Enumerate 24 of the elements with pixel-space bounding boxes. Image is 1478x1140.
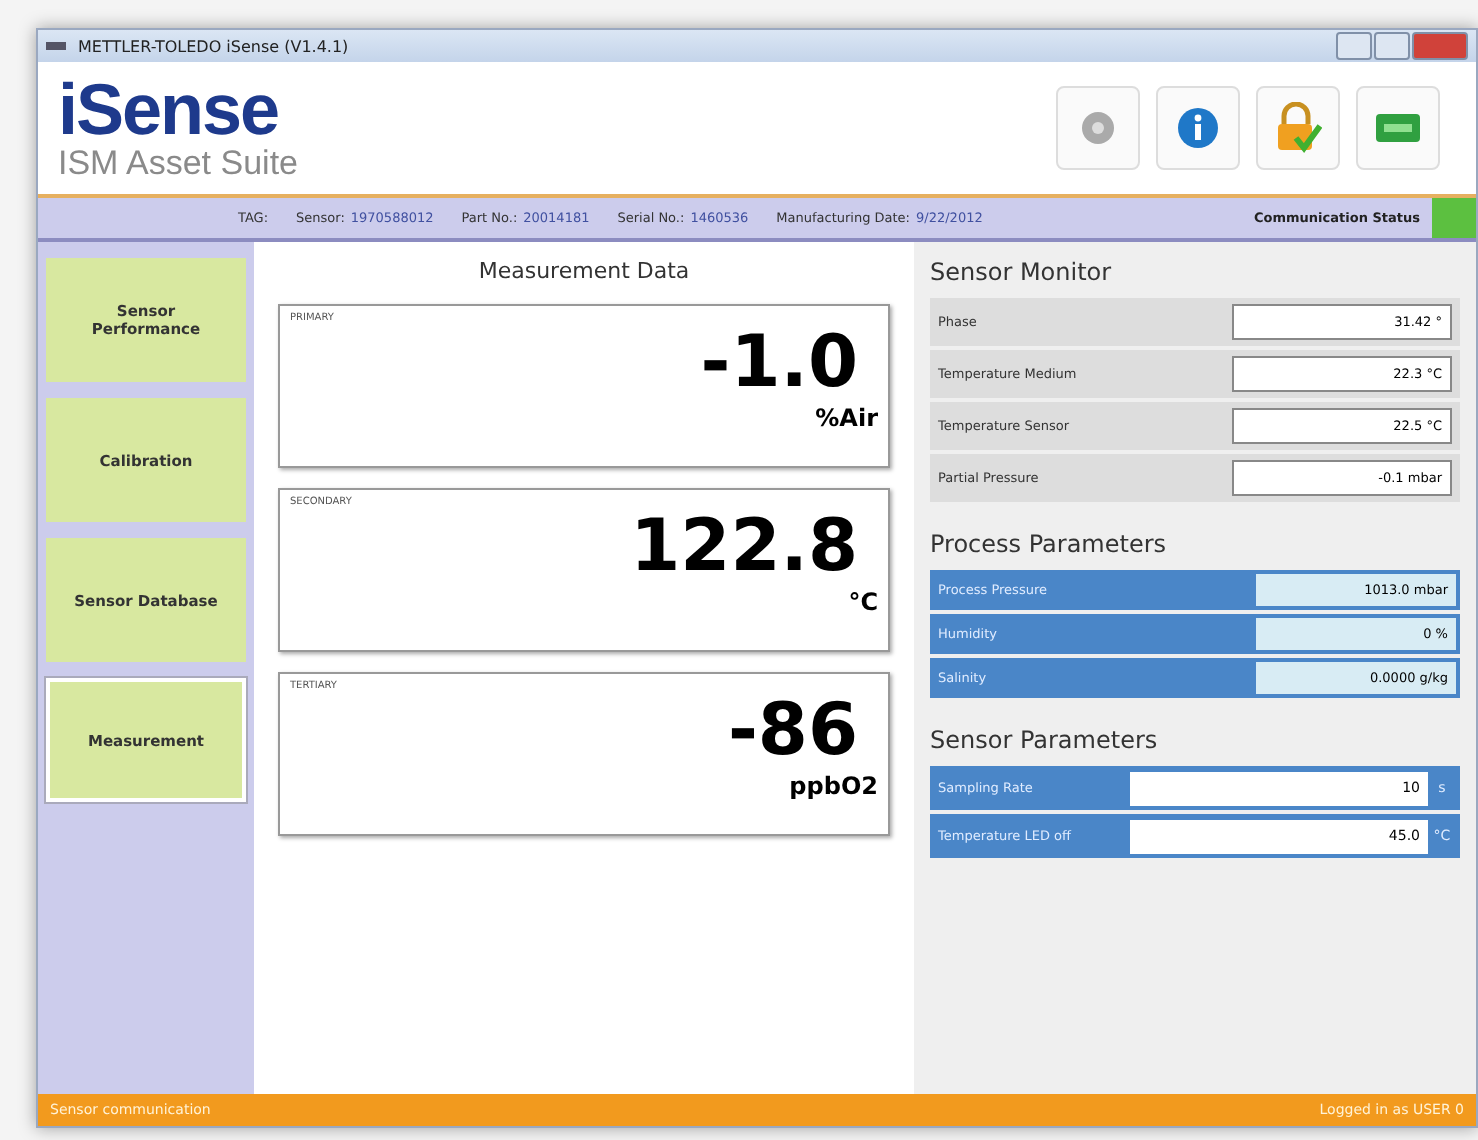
app-logo: iSense [58, 74, 279, 146]
reading-unit: °C [848, 588, 878, 616]
info-button[interactable] [1156, 86, 1240, 170]
reading-unit: ppbO2 [789, 772, 878, 800]
maximize-button[interactable] [1374, 32, 1410, 60]
settings-button[interactable] [1056, 86, 1140, 170]
close-button[interactable] [1412, 32, 1468, 60]
minimize-button[interactable] [1336, 32, 1372, 60]
section-title: Sensor Monitor [930, 258, 1114, 286]
card-icon [1376, 114, 1420, 142]
login-button[interactable] [1256, 86, 1340, 170]
section-title: Sensor Parameters [930, 726, 1160, 754]
app-subtitle: ISM Asset Suite [58, 146, 298, 182]
reading-unit: %Air [815, 404, 878, 432]
reading-value: -86 [727, 692, 858, 772]
window-title: METTLER-TOLEDO iSense (V1.4.1) [78, 37, 349, 55]
app-icon [46, 42, 66, 50]
info-icon [1176, 106, 1220, 150]
connect-button[interactable] [1356, 86, 1440, 170]
section-title: Measurement Data [478, 258, 690, 284]
section-title: Process Parameters [930, 530, 1169, 558]
reading-value: -1.0 [700, 324, 858, 404]
padlock-check-icon [1274, 102, 1322, 154]
reading-value: 122.8 [630, 508, 858, 588]
